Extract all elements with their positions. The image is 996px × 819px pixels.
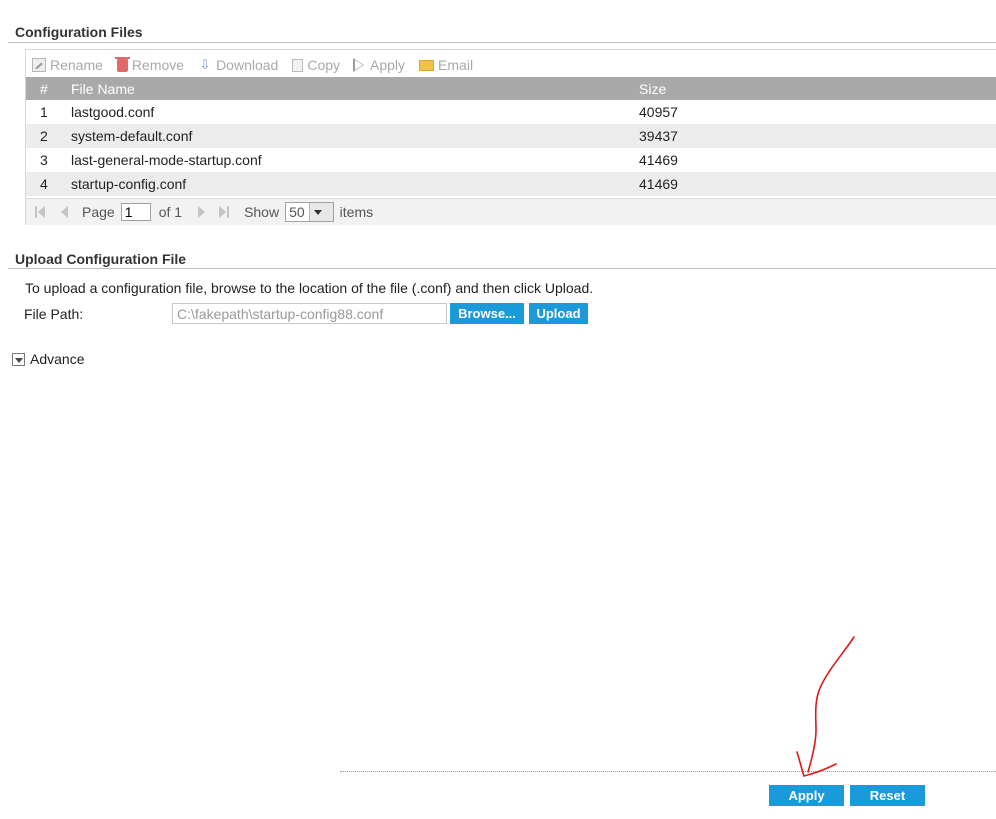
row-number: 3 [40, 152, 48, 168]
remove-button[interactable]: Remove [114, 56, 185, 73]
row-number: 2 [26, 124, 71, 148]
download-button[interactable]: ⇩ Download [198, 57, 279, 73]
advance-toggle[interactable]: Advance [12, 351, 84, 367]
apply-toolbar-button[interactable]: Apply [353, 57, 406, 73]
page-count-label: of 1 [158, 204, 183, 220]
row-file-name: lastgood.conf [71, 104, 155, 120]
table-row[interactable]: 2 system-default.conf 39437 [26, 124, 996, 148]
browse-button[interactable]: Browse... [450, 303, 524, 324]
rename-label: Rename [50, 57, 103, 73]
row-size: 41469 [639, 172, 996, 196]
column-header-size[interactable]: Size [639, 77, 996, 100]
remove-label: Remove [131, 57, 185, 73]
items-label: items [339, 204, 374, 220]
row-size: 40957 [639, 104, 678, 120]
config-files-title: Configuration Files [15, 24, 143, 40]
red-annotation-arrow-icon [796, 636, 855, 777]
download-label: Download [216, 57, 279, 73]
table-pager: Page of 1 Show 50 items [26, 198, 996, 225]
reset-button[interactable]: Reset [850, 785, 925, 806]
email-label: Email [438, 57, 474, 73]
chevron-down-icon [308, 203, 333, 221]
rename-icon [32, 58, 46, 72]
rename-button[interactable]: Rename [32, 57, 103, 73]
config-files-panel: Rename Remove ⇩ Download Copy Apply Emai… [25, 49, 996, 225]
row-number: 1 [40, 104, 48, 120]
apply-button[interactable]: Apply [769, 785, 844, 806]
upload-config-divider [8, 268, 996, 269]
row-file-name: last-general-mode-startup.conf [71, 152, 262, 168]
row-file-name: startup-config.conf [71, 172, 639, 196]
email-button[interactable]: Email [419, 57, 473, 73]
copy-label: Copy [307, 57, 341, 73]
table-row[interactable]: 1 lastgood.conf 40957 [26, 100, 996, 124]
page-number-input[interactable] [120, 203, 151, 221]
page-size-select[interactable]: 50 [285, 202, 334, 222]
apply-toolbar-label: Apply [370, 57, 406, 73]
next-page-icon[interactable] [196, 206, 208, 218]
config-files-divider [8, 42, 996, 43]
config-files-table: # File Name Size 1 lastgood.conf 40957 2… [26, 77, 996, 196]
row-size: 39437 [639, 124, 996, 148]
file-path-input[interactable] [172, 303, 447, 324]
advance-label: Advance [30, 351, 85, 367]
expand-toggle-icon [12, 352, 25, 366]
table-header-row: # File Name Size [26, 77, 996, 100]
page-size-value: 50 [289, 204, 305, 220]
row-size: 41469 [639, 152, 678, 168]
copy-button[interactable]: Copy [292, 57, 340, 73]
row-number: 4 [26, 172, 71, 196]
column-header-file-name[interactable]: File Name [71, 77, 639, 100]
config-toolbar: Rename Remove ⇩ Download Copy Apply Emai… [32, 55, 487, 75]
upload-config-title: Upload Configuration File [15, 251, 187, 267]
trash-icon [114, 56, 130, 72]
file-path-label: File Path: [24, 306, 84, 322]
last-page-icon[interactable] [218, 206, 230, 218]
footer-divider [340, 771, 996, 772]
download-icon: ⇩ [199, 57, 211, 72]
upload-description: To upload a configuration file, browse t… [25, 280, 594, 296]
row-file-name: system-default.conf [71, 124, 639, 148]
apply-arrow-icon [353, 58, 365, 72]
column-header-number[interactable]: # [26, 77, 71, 100]
previous-page-icon[interactable] [58, 206, 70, 218]
first-page-icon[interactable] [34, 206, 46, 218]
upload-button[interactable]: Upload [529, 303, 588, 324]
page-label: Page [82, 204, 115, 220]
table-row[interactable]: 3 last-general-mode-startup.conf 41469 [26, 148, 996, 172]
email-icon [419, 59, 435, 71]
show-label: Show [244, 204, 280, 220]
table-row[interactable]: 4 startup-config.conf 41469 [26, 172, 996, 196]
copy-icon [292, 58, 304, 72]
